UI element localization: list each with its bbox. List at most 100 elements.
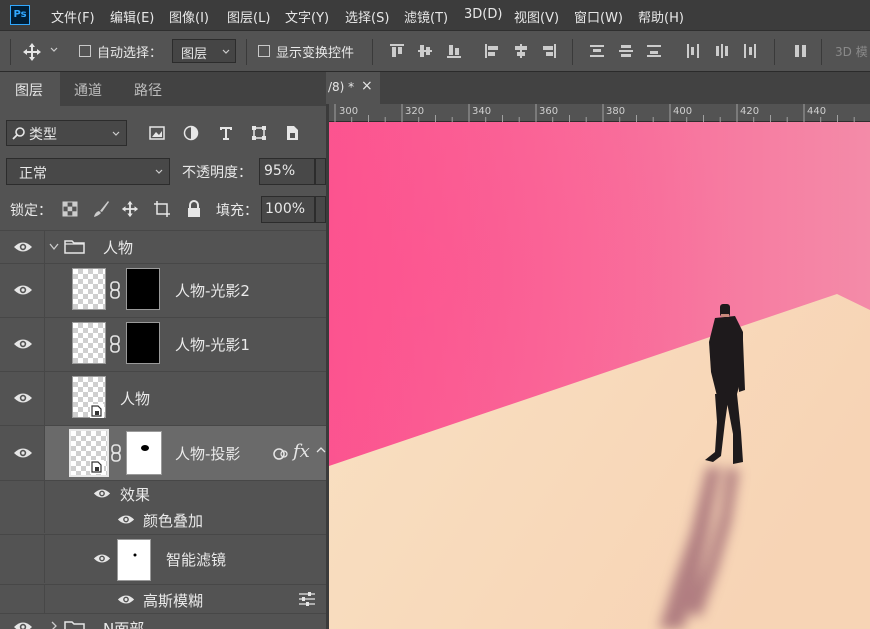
3d-mode-label[interactable]: 3D 模: [835, 43, 868, 60]
menu-type[interactable]: 文字(Y): [285, 7, 329, 26]
tab-channels[interactable]: 通道: [74, 80, 102, 100]
chain-link-icon[interactable]: [109, 281, 121, 299]
auto-align-icon[interactable]: [793, 43, 809, 59]
menu-select[interactable]: 选择(S): [345, 7, 389, 26]
brush-icon[interactable]: [92, 200, 110, 218]
distribute-horizontal-center-icon[interactable]: [714, 43, 730, 59]
adjustment-filter-icon[interactable]: [183, 125, 199, 141]
align-vertical-center-icon[interactable]: [417, 43, 433, 59]
type-filter-icon[interactable]: [218, 125, 234, 141]
layer-group-person[interactable]: 人物: [0, 231, 326, 263]
eye-icon[interactable]: [117, 513, 135, 526]
close-icon[interactable]: ×: [361, 78, 373, 94]
smart-object-badge-icon: [90, 404, 104, 418]
chevron-down-icon[interactable]: [49, 45, 59, 55]
layer-person[interactable]: 人物: [0, 372, 326, 425]
menu-edit[interactable]: 编辑(E): [110, 7, 154, 26]
layer-name: 人物: [120, 390, 151, 408]
shape-filter-icon[interactable]: [251, 125, 267, 141]
filter-mask-thumbnail[interactable]: [117, 539, 151, 581]
fill-input[interactable]: 100%: [261, 196, 315, 223]
eye-icon[interactable]: [13, 391, 33, 405]
eye-icon[interactable]: [13, 620, 33, 629]
distribute-top-icon[interactable]: [589, 43, 605, 59]
chain-link-icon[interactable]: [109, 335, 121, 353]
document-tab[interactable]: /8) * ×: [326, 72, 380, 104]
ruler-ticks: [334, 104, 855, 122]
artboard-icon[interactable]: [153, 200, 171, 218]
layer-thumbnail[interactable]: [72, 268, 106, 310]
layer-light-1[interactable]: 人物-光影1: [0, 318, 326, 371]
color-overlay-row[interactable]: 颜色叠加: [0, 507, 326, 533]
eye-icon[interactable]: [13, 283, 33, 297]
effects-row[interactable]: 效果: [0, 481, 326, 507]
align-horizontal-center-icon[interactable]: [513, 43, 529, 59]
lock-label: 锁定：: [10, 203, 52, 219]
divider: [44, 372, 45, 425]
layer-shadow[interactable]: 人物-投影 fx: [0, 426, 326, 480]
lock-position-icon[interactable]: [121, 200, 139, 218]
auto-select-dropdown[interactable]: 图层: [172, 39, 236, 63]
chevron-up-icon[interactable]: [316, 445, 326, 455]
folder-icon: [64, 619, 86, 629]
tab-paths[interactable]: 路径: [134, 80, 162, 100]
opacity-input[interactable]: 95%: [259, 158, 315, 185]
layer-thumbnail[interactable]: [72, 322, 106, 364]
eye-icon[interactable]: [93, 552, 111, 565]
color-overlay-label: 颜色叠加: [143, 512, 204, 530]
chevron-right-icon[interactable]: [49, 620, 59, 629]
layer-name: 人物: [103, 239, 134, 257]
smart-object-filter-icon[interactable]: [284, 125, 300, 141]
auto-select-checkbox[interactable]: [79, 45, 91, 57]
align-right-icon[interactable]: [541, 43, 557, 59]
distribute-right-icon[interactable]: [742, 43, 758, 59]
lock-icon[interactable]: [186, 200, 202, 218]
layer-mask-thumbnail[interactable]: [126, 322, 160, 364]
align-top-icon[interactable]: [389, 43, 405, 59]
distribute-vertical-center-icon[interactable]: [618, 43, 634, 59]
distribute-left-icon[interactable]: [685, 43, 701, 59]
smart-filters-row[interactable]: 智能滤镜: [0, 535, 326, 583]
eye-icon[interactable]: [93, 487, 111, 500]
menu-filter[interactable]: 滤镜(T): [404, 7, 448, 26]
divider: [10, 39, 11, 65]
image-filter-icon[interactable]: [149, 125, 165, 141]
lock-transparent-icon[interactable]: [62, 201, 78, 217]
layer-filter-dropdown[interactable]: 类型: [6, 120, 127, 146]
divider: [44, 535, 45, 583]
tab-layers[interactable]: 图层: [15, 80, 43, 100]
layer-group-face[interactable]: N面部: [0, 614, 326, 629]
eye-icon[interactable]: [13, 337, 33, 351]
menu-window[interactable]: 窗口(W): [574, 7, 623, 26]
align-bottom-icon[interactable]: [446, 43, 462, 59]
chevron-down-icon[interactable]: [48, 241, 60, 253]
opacity-dropdown-arrow[interactable]: [315, 158, 326, 185]
smart-filters-label: 智能滤镜: [166, 551, 227, 569]
blend-mode-dropdown[interactable]: 正常: [6, 158, 170, 185]
menu-help[interactable]: 帮助(H): [638, 7, 684, 26]
layer-light-2[interactable]: 人物-光影2: [0, 264, 326, 317]
layer-mask-thumbnail[interactable]: [126, 268, 160, 310]
menu-image[interactable]: 图像(I): [169, 7, 209, 26]
fill-dropdown-arrow[interactable]: [315, 196, 326, 223]
menu-3d[interactable]: 3D(D): [464, 7, 502, 22]
filter-settings-icon[interactable]: [298, 592, 316, 606]
gaussian-blur-row[interactable]: 高斯模糊: [0, 585, 326, 613]
menu-view[interactable]: 视图(V): [514, 7, 559, 26]
align-left-icon[interactable]: [484, 43, 500, 59]
eye-icon[interactable]: [13, 446, 33, 460]
menu-layer[interactable]: 图层(L): [227, 7, 270, 26]
document-canvas[interactable]: [329, 122, 870, 629]
eye-icon[interactable]: [117, 593, 135, 606]
fx-badge[interactable]: fx: [293, 441, 310, 462]
eye-icon[interactable]: [13, 240, 33, 254]
show-transform-checkbox[interactable]: [258, 45, 270, 57]
distribute-bottom-icon[interactable]: [646, 43, 662, 59]
opacity-value: 95%: [264, 163, 296, 179]
move-icon[interactable]: [22, 42, 42, 62]
layer-name: N面部: [103, 620, 145, 629]
layer-mask-thumbnail[interactable]: [126, 431, 162, 475]
opacity-label: 不透明度：: [182, 165, 252, 181]
menu-file[interactable]: 文件(F): [51, 7, 95, 26]
chain-link-icon[interactable]: [110, 444, 122, 462]
